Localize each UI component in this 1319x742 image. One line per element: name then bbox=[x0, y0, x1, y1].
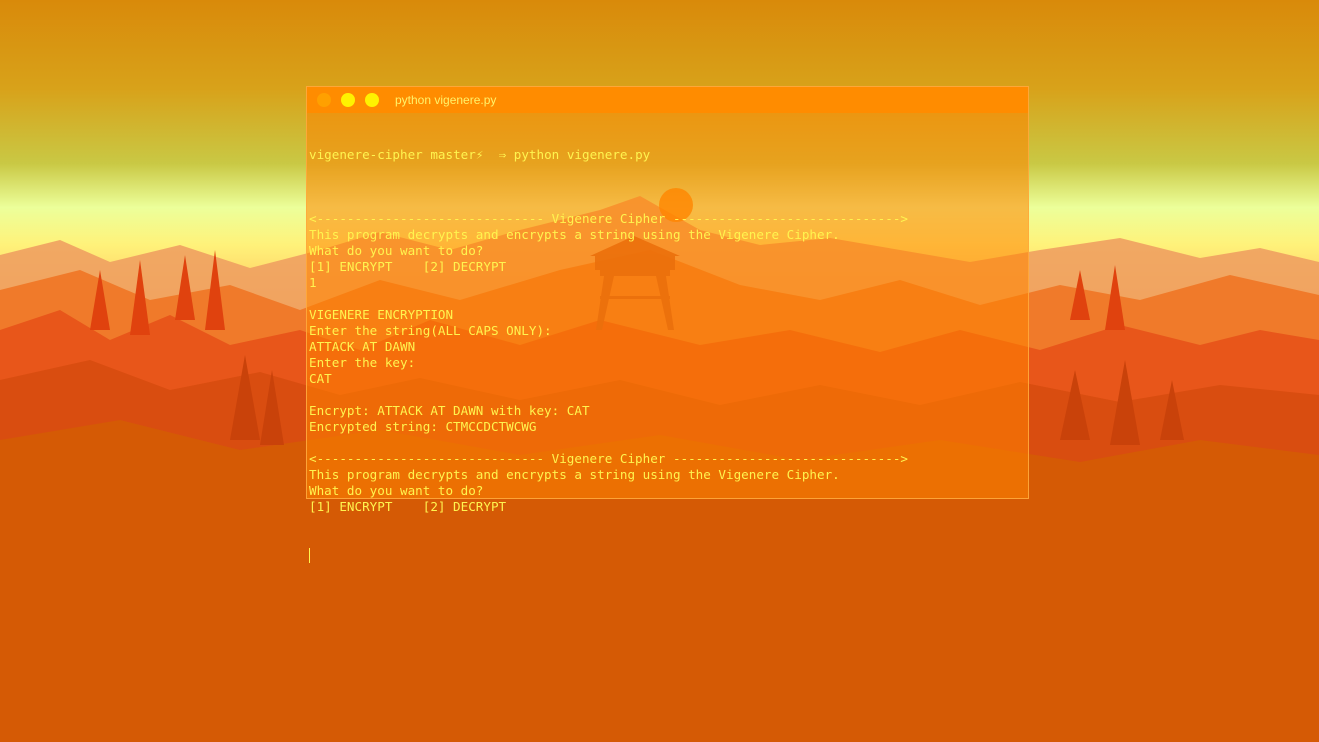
output-lines: <------------------------------ Vigenere… bbox=[309, 195, 1024, 515]
output-line: This program decrypts and encrypts a str… bbox=[309, 467, 840, 482]
output-line: What do you want to do? bbox=[309, 483, 484, 498]
output-line: VIGENERE ENCRYPTION bbox=[309, 307, 454, 322]
window-title: python vigenere.py bbox=[395, 93, 497, 107]
output-line: This program decrypts and encrypts a str… bbox=[309, 227, 840, 242]
output-line: Encrypted string: CTMCCDCTWCWG bbox=[309, 419, 537, 434]
output-line: Enter the string(ALL CAPS ONLY): bbox=[309, 323, 552, 338]
output-line: What do you want to do? bbox=[309, 243, 484, 258]
prompt-command: python vigenere.py bbox=[513, 147, 651, 162]
output-line: <------------------------------ Vigenere… bbox=[309, 451, 908, 466]
close-window-button[interactable] bbox=[317, 93, 331, 107]
prompt-line: vigenere-cipher master⚡ ⇒ python vigener… bbox=[309, 147, 1024, 163]
prompt-arrow: ⇒ bbox=[498, 147, 507, 162]
output-line: Enter the key: bbox=[309, 355, 416, 370]
prompt-branch: master⚡ bbox=[430, 147, 484, 162]
text-cursor bbox=[309, 548, 310, 563]
output-line: [1] ENCRYPT [2] DECRYPT bbox=[309, 259, 507, 274]
output-line: 1 bbox=[309, 275, 317, 290]
output-line: Encrypt: ATTACK AT DAWN with key: CAT bbox=[309, 403, 590, 418]
output-line: [1] ENCRYPT [2] DECRYPT bbox=[309, 499, 507, 514]
terminal-output[interactable]: vigenere-cipher master⚡ ⇒ python vigener… bbox=[309, 115, 1024, 595]
output-line: ATTACK AT DAWN bbox=[309, 339, 416, 354]
maximize-window-button[interactable] bbox=[365, 93, 379, 107]
minimize-window-button[interactable] bbox=[341, 93, 355, 107]
output-line: <------------------------------ Vigenere… bbox=[309, 211, 908, 226]
output-line: CAT bbox=[309, 371, 332, 386]
cursor-line[interactable] bbox=[309, 547, 1024, 563]
window-titlebar[interactable]: python vigenere.py bbox=[307, 87, 1028, 113]
terminal-window[interactable]: python vigenere.py vigenere-cipher maste… bbox=[306, 86, 1029, 563]
prompt-directory: vigenere-cipher bbox=[309, 147, 423, 162]
